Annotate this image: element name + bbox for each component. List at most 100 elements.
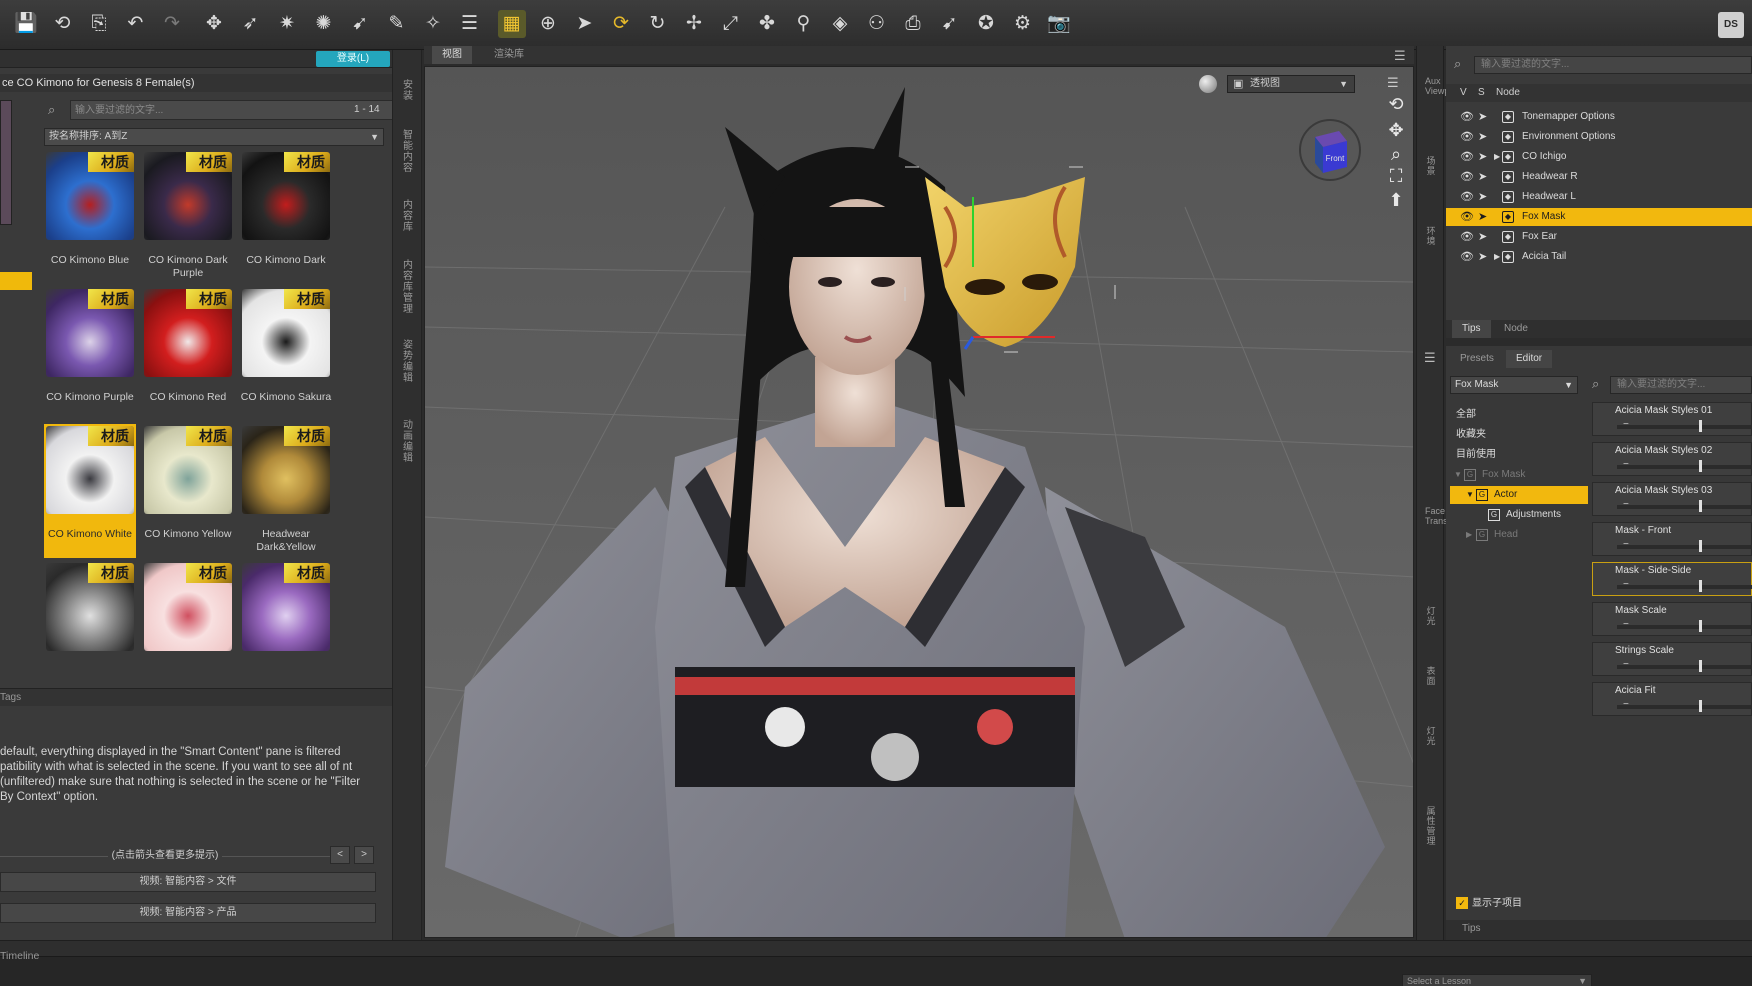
slider-knob[interactable] [1698,540,1702,552]
slider-track[interactable] [1617,505,1752,509]
vertical-tab[interactable]: Aux Viewport [1425,76,1460,96]
3d-viewport[interactable]: ▣ 透视图 ▼ ☰ Front ⟲ ✥ ⌕ ⛶ ⬆ [424,66,1414,938]
tab-render-library[interactable]: 渲染库 [484,46,534,64]
select-arrow-icon[interactable]: ➤ [1478,108,1487,126]
eye-icon[interactable]: 👁 [1460,208,1474,226]
tab-node[interactable]: Node [1494,320,1538,338]
content-item[interactable]: 材质 CO Kimono Sakura [240,287,332,421]
node-row[interactable]: 👁 ➤ ◆ Environment Options [1446,128,1752,146]
slider-track[interactable] [1617,465,1752,469]
content-item[interactable]: 材质 [44,561,136,695]
content-item[interactable]: 材质 CO Kimono White [44,424,136,558]
lesson-dropdown[interactable]: Select a Lesson ▼ [1402,974,1592,986]
universal-tool-icon[interactable]: ⊕ [534,10,562,38]
slider-track[interactable] [1617,425,1752,429]
group-icon[interactable]: ⚇ [863,10,891,38]
redo-icon[interactable]: ↷ [158,10,186,38]
slider-knob[interactable] [1698,620,1702,632]
slider-track[interactable] [1617,625,1752,629]
node-select-icon[interactable]: ◈ [826,10,854,38]
select-arrow-icon[interactable]: ➤ [1478,188,1487,206]
decrement-icon[interactable]: − [1623,699,1629,710]
orbit-icon[interactable]: ⟲ [1385,93,1407,115]
vertical-tab[interactable]: 环 境 [1425,226,1437,246]
vertical-tab[interactable]: 内 容 库 管 理 [402,260,414,315]
show-sub-items-toggle[interactable]: ✓ 显示子项目 [1456,894,1522,909]
viewport-menu-icon[interactable]: ☰ [1394,48,1406,64]
joint-editor-icon[interactable]: ✥ [200,10,228,38]
tab-tips-bottom[interactable]: Tips [1452,920,1491,938]
slider-knob[interactable] [1698,420,1702,432]
checkbox-icon[interactable]: ✓ [1456,897,1468,909]
tweak-icon[interactable]: ✤ [753,10,781,38]
eye-icon[interactable]: 👁 [1460,168,1474,186]
pan-icon[interactable]: ✥ [1385,119,1407,141]
transfer-icon[interactable]: ➹ [346,10,374,38]
node-row[interactable]: 👁 ➤ ◆ Fox Ear [1446,228,1752,246]
expand-icon[interactable]: ▼ [1454,466,1462,484]
slider-track[interactable] [1617,705,1752,709]
tree-row[interactable]: ▼ G Fox Mask [1450,466,1588,484]
content-item[interactable]: 材质 CO Kimono Blue [44,150,136,284]
next-tip-button[interactable]: > [354,846,374,864]
zoom-icon[interactable]: ⌕ [1385,143,1407,165]
tab-tips[interactable]: Tips [1452,320,1491,338]
slider-track[interactable] [1617,585,1752,589]
vertical-tab[interactable]: 灯 光 [1425,606,1437,626]
property-slider[interactable]: Acicia Mask Styles 02 − [1592,442,1752,476]
select-arrow-icon[interactable]: ➤ [1478,148,1487,166]
geometry-editor-icon[interactable]: ✺ [310,10,338,38]
select-arrow-icon[interactable]: ➤ [1478,128,1487,146]
tree-row[interactable]: 目前使用 [1450,446,1588,464]
video-products-link[interactable]: 视频: 智能内容 > 产品 [0,903,376,923]
selected-category-marker[interactable] [0,272,32,290]
expand-icon[interactable]: ▶ [1494,148,1500,166]
vertical-tab[interactable]: 属 性 管 理 [1425,806,1437,846]
draw-style-icon[interactable] [1199,75,1217,93]
vertical-tab[interactable]: 动 画 编 辑 [402,420,414,464]
daz-logo[interactable]: DS [1718,12,1744,38]
property-slider[interactable]: Strings Scale − [1592,642,1752,676]
content-item[interactable]: 材质 [142,561,234,695]
figure-icon[interactable]: ⚲ [790,10,818,38]
active-pose-icon[interactable]: ➶ [237,10,265,38]
col-visible[interactable]: V [1460,84,1467,102]
slider-track[interactable] [1617,665,1752,669]
vertical-tab[interactable]: 安 装 [402,80,414,102]
decrement-icon[interactable]: − [1623,539,1629,550]
tree-row[interactable]: 全部 [1450,406,1588,424]
slider-track[interactable] [1617,545,1752,549]
expand-icon[interactable]: ▶ [1494,248,1500,266]
tree-row[interactable]: G Adjustments [1450,506,1588,524]
node-weight-icon[interactable]: ✷ [273,10,301,38]
surface-selection-icon[interactable]: ✎ [383,10,411,38]
tree-row[interactable]: ▼ G Actor [1450,486,1588,504]
search-input[interactable]: 输入要过滤的文字... [70,100,394,120]
content-item[interactable]: 材质 CO Kimono Yellow [142,424,234,558]
save-icon[interactable]: 💾 [12,10,40,38]
rotate-icon[interactable]: ↻ [644,10,672,38]
tab-editor[interactable]: Editor [1506,350,1553,368]
select-arrow-icon[interactable]: ➤ [571,10,599,38]
slider-knob[interactable] [1698,660,1702,672]
decrement-icon[interactable]: − [1623,619,1629,630]
vertical-tab[interactable]: 灯 光 [1425,726,1437,746]
content-item[interactable]: 材质 CO Kimono Purple [44,287,136,421]
eye-icon[interactable]: 👁 [1460,188,1474,206]
property-slider[interactable]: Acicia Mask Styles 01 − [1592,402,1752,436]
eye-icon[interactable]: 👁 [1460,248,1474,266]
content-item[interactable]: 材质 [240,561,332,695]
vertical-tab[interactable]: Face Transfer [1425,506,1458,526]
slider-knob[interactable] [1698,460,1702,472]
node-row[interactable]: 👁 ➤ ▶ ◆ Acicia Tail [1446,248,1752,266]
camera-add-icon[interactable]: ⎙ [899,10,927,38]
property-slider[interactable]: Mask - Front − [1592,522,1752,556]
grid-icon[interactable]: ▦ [497,10,526,38]
content-item[interactable]: 材质 CO Kimono Dark [240,150,332,284]
property-slider[interactable]: Mask Scale − [1592,602,1752,636]
vertical-tab[interactable]: 姿 势 编 辑 [402,340,414,384]
decrement-icon[interactable]: − [1623,419,1629,430]
eye-icon[interactable]: 👁 [1460,128,1474,146]
select-arrow-icon[interactable]: ➤ [1478,168,1487,186]
eye-icon[interactable]: 👁 [1460,228,1474,246]
